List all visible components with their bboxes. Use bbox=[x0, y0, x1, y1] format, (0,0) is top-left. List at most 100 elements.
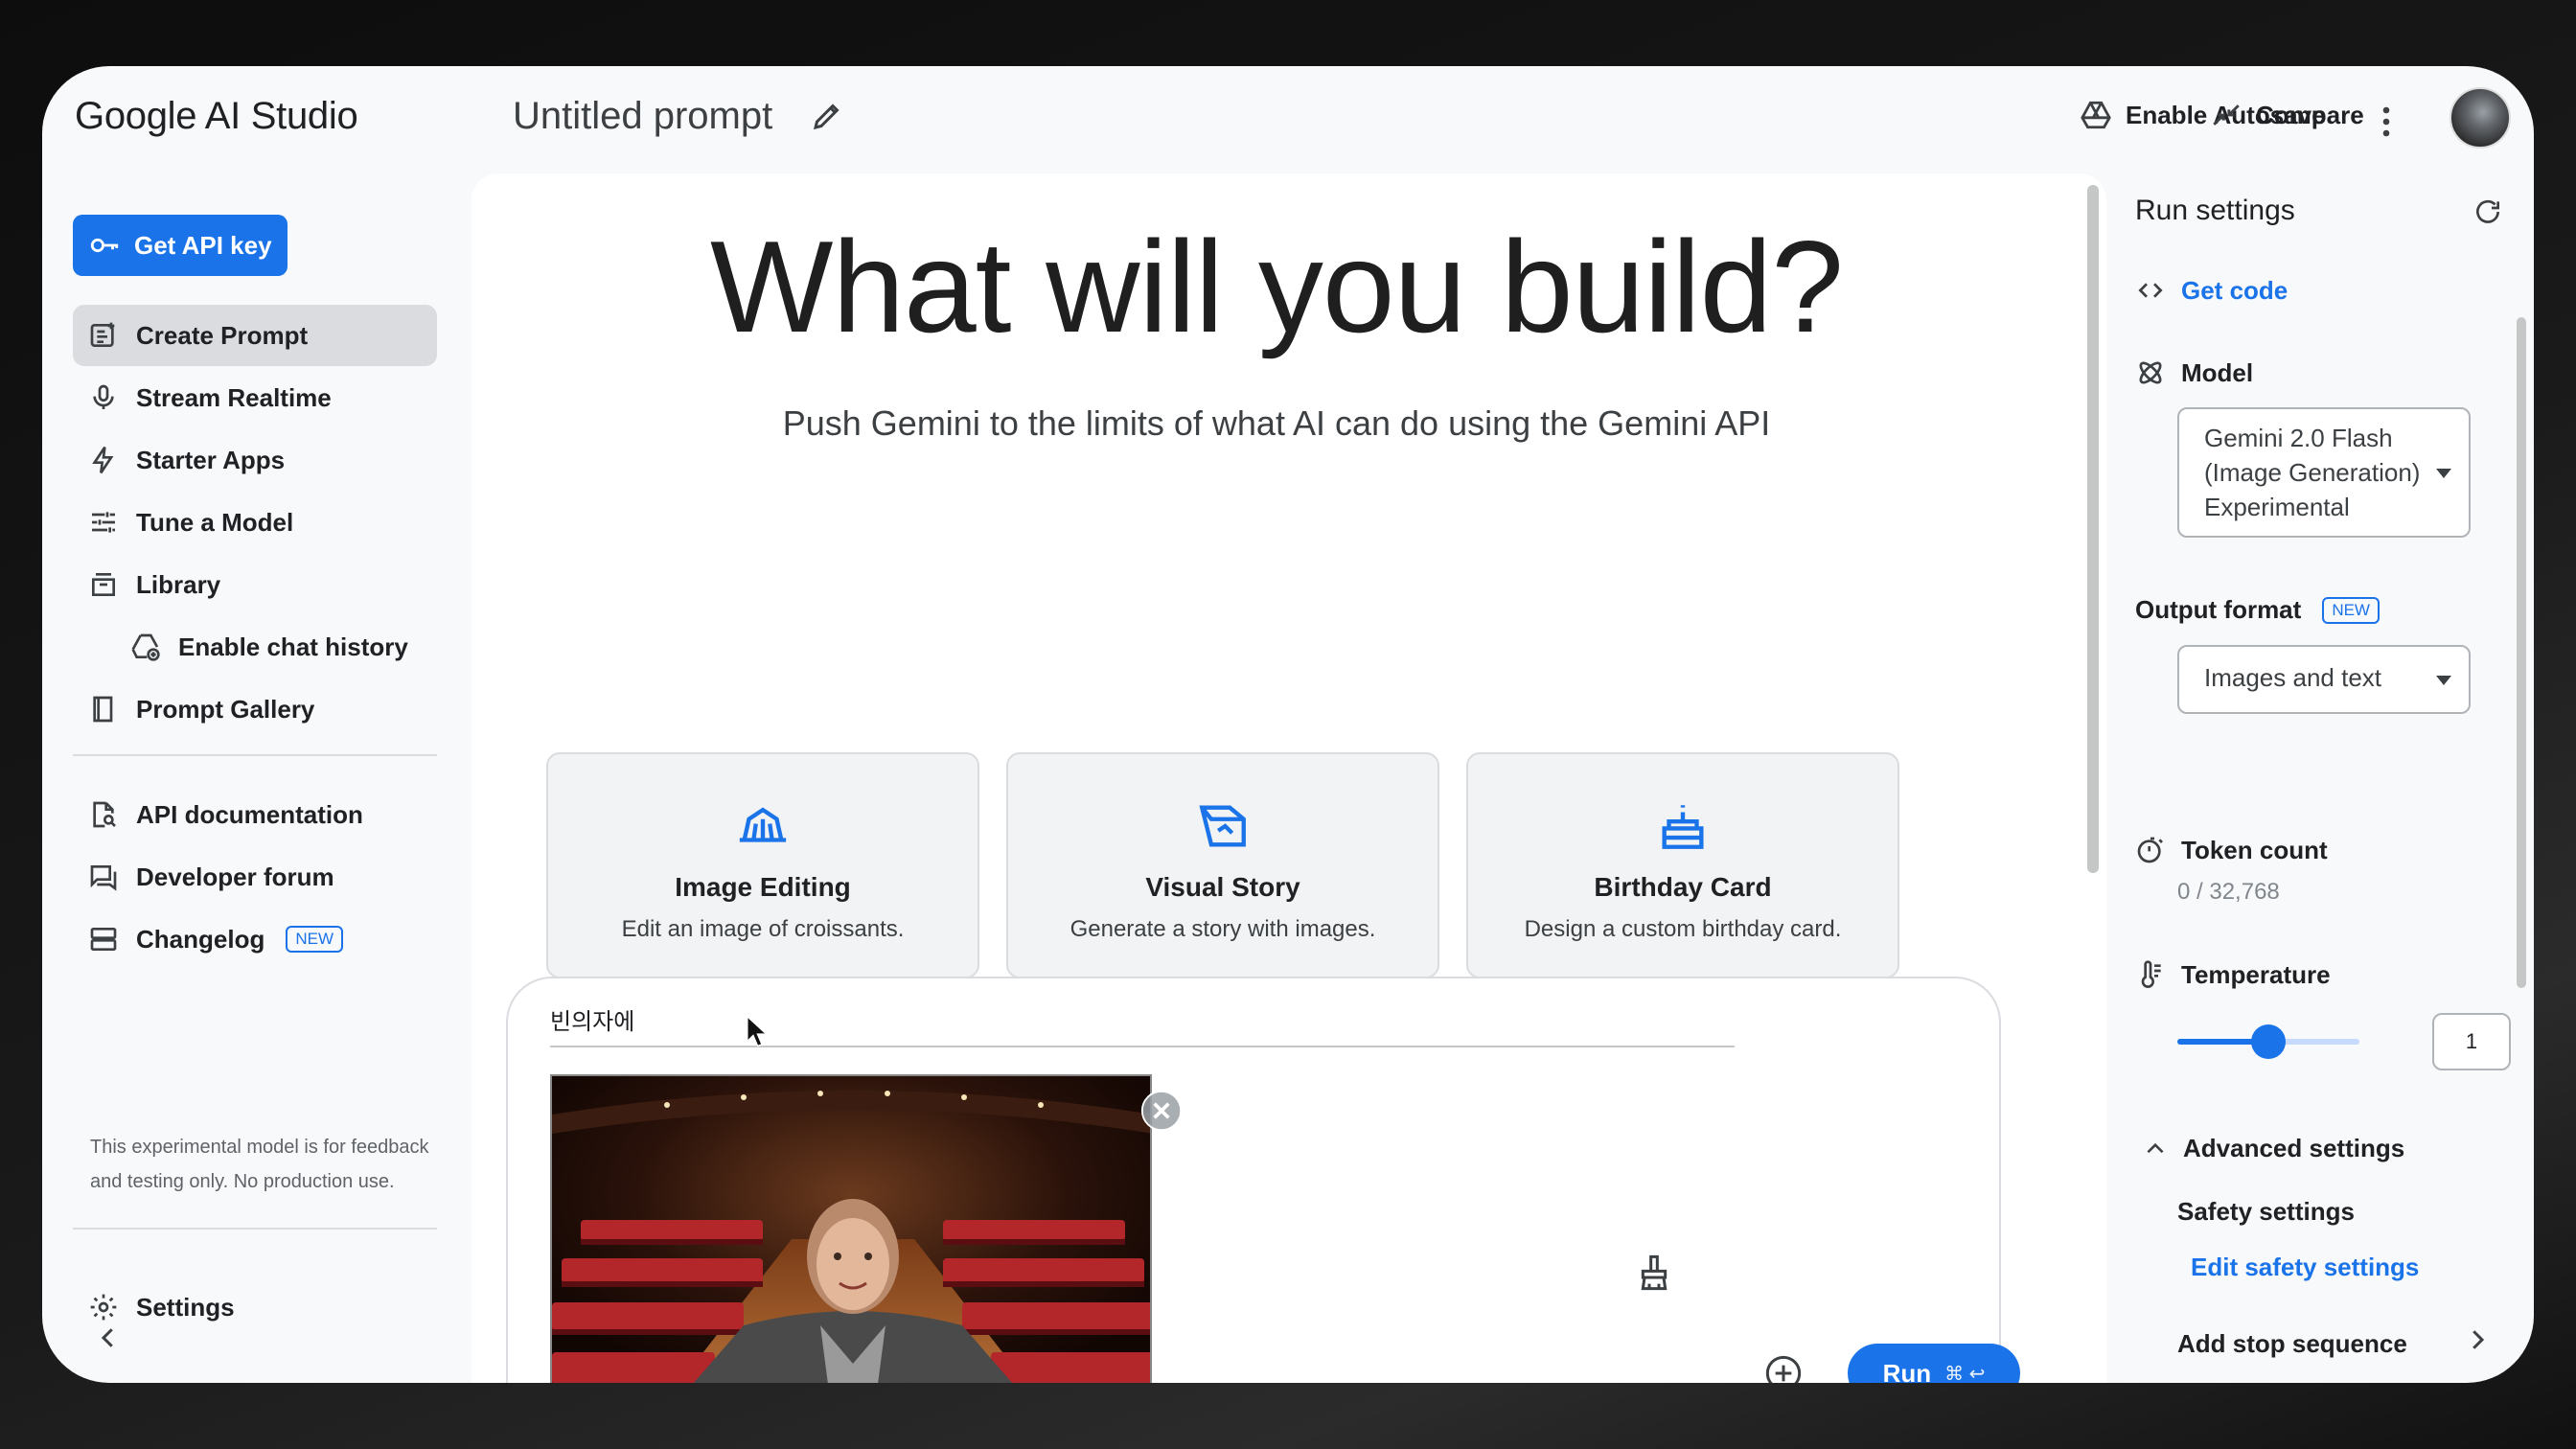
pencil-icon[interactable] bbox=[810, 99, 844, 133]
hero-subtitle: Push Gemini to the limits of what AI can… bbox=[782, 403, 1771, 443]
sidebar-item-developer-forum[interactable]: Developer forum bbox=[73, 846, 437, 908]
drive-add-icon bbox=[131, 633, 160, 661]
experimental-disclaimer: This experimental model is for feedback … bbox=[90, 1137, 429, 1192]
compare-icon bbox=[2213, 104, 2240, 126]
card-description: Edit an image of croissants. bbox=[621, 916, 905, 942]
changelog-icon bbox=[90, 928, 117, 951]
sidebar-item-label: Settings bbox=[136, 1292, 235, 1322]
main-panel: What will you build? Push Gemini to the … bbox=[472, 173, 2106, 1383]
get-code-link[interactable]: Get code bbox=[2135, 275, 2288, 306]
code-icon bbox=[2138, 283, 2163, 298]
card-image-editing[interactable]: Image Editing Edit an image of croissant… bbox=[546, 752, 979, 978]
run-button[interactable]: Run ⌘ ↩ bbox=[1848, 1344, 2020, 1383]
forum-icon bbox=[90, 865, 117, 891]
sidebar-item-label: Developer forum bbox=[136, 862, 334, 891]
reset-icon[interactable] bbox=[2472, 196, 2503, 227]
output-format-row: Output format NEW bbox=[2135, 595, 2380, 625]
temperature-slider-handle[interactable] bbox=[2251, 1024, 2286, 1059]
sidebar-item-library[interactable]: Library bbox=[73, 554, 437, 615]
temperature-label: Temperature bbox=[2181, 959, 2331, 989]
sidebar-divider bbox=[73, 754, 437, 756]
run-settings-title: Run settings bbox=[2135, 195, 2295, 226]
card-visual-story[interactable]: Visual Story Generate a story with image… bbox=[1006, 752, 1439, 978]
settings-scrollbar[interactable] bbox=[2517, 317, 2526, 988]
model-value-line: Experimental bbox=[2204, 493, 2350, 521]
chevron-up-icon bbox=[2147, 1142, 2164, 1153]
sidebar-item-enable-chat-history[interactable]: Enable chat history bbox=[115, 616, 437, 678]
chevron-left-icon[interactable] bbox=[94, 1323, 123, 1352]
chevron-right-icon[interactable] bbox=[2463, 1325, 2492, 1354]
bolt-icon bbox=[92, 446, 114, 474]
sidebar-divider-bottom bbox=[73, 1228, 437, 1230]
sidebar-item-changelog[interactable]: Changelog NEW bbox=[73, 908, 437, 970]
prompt-title[interactable]: Untitled prompt bbox=[513, 95, 772, 138]
model-select[interactable]: Gemini 2.0 Flash (Image Generation) Expe… bbox=[2177, 407, 2471, 538]
card-title: Visual Story bbox=[1145, 872, 1300, 902]
sidebar-item-stream-realtime[interactable]: Stream Realtime bbox=[73, 367, 437, 428]
model-atom-icon bbox=[2139, 361, 2162, 384]
theater-selfie-image bbox=[552, 1076, 1150, 1383]
cake-icon bbox=[1662, 805, 1704, 849]
output-format-label: Output format bbox=[2135, 595, 2302, 624]
prompt-input[interactable] bbox=[550, 992, 1735, 1047]
sidebar-item-label: Stream Realtime bbox=[136, 382, 332, 412]
tune-icon bbox=[92, 512, 115, 533]
token-count-value: 0 / 32,768 bbox=[2177, 879, 2280, 905]
edit-safety-settings-link[interactable]: Edit safety settings bbox=[2191, 1253, 2419, 1282]
sidebar-item-prompt-gallery[interactable]: Prompt Gallery bbox=[73, 678, 437, 740]
output-format-select[interactable]: Images and text bbox=[2177, 645, 2471, 714]
card-title: Image Editing bbox=[675, 872, 851, 902]
sidebar-item-label: Starter Apps bbox=[136, 445, 286, 474]
add-circle-icon[interactable] bbox=[1764, 1354, 1803, 1383]
dropdown-arrow-icon bbox=[2436, 676, 2451, 685]
sidebar-item-starter-apps[interactable]: Starter Apps bbox=[73, 429, 437, 491]
advanced-settings-toggle[interactable]: Advanced settings bbox=[2135, 1134, 2404, 1163]
add-stop-sequence-label[interactable]: Add stop sequence bbox=[2177, 1329, 2407, 1359]
more-vert-icon[interactable] bbox=[2377, 104, 2396, 139]
temperature-input[interactable]: 1 bbox=[2432, 1013, 2511, 1070]
key-icon bbox=[90, 238, 119, 253]
sidebar-item-label: Create Prompt bbox=[136, 320, 309, 350]
compare-button[interactable]: Compare bbox=[2210, 99, 2364, 131]
run-label: Run bbox=[1882, 1358, 1932, 1384]
thermometer-icon bbox=[2141, 960, 2161, 988]
token-count-label: Token count bbox=[2181, 835, 2328, 864]
card-birthday-card[interactable]: Birthday Card Design a custom birthday c… bbox=[1466, 752, 1899, 978]
sidebar-item-create-prompt[interactable]: Create Prompt bbox=[73, 305, 437, 366]
drive-icon bbox=[2081, 101, 2111, 129]
gallery-book-icon bbox=[93, 696, 113, 723]
card-description: Design a custom birthday card. bbox=[1524, 916, 1842, 942]
brand-logo[interactable]: Google AI Studio bbox=[75, 95, 358, 138]
avatar[interactable] bbox=[2450, 87, 2511, 149]
sidebar-item-label: Library bbox=[136, 569, 221, 599]
sidebar-item-settings[interactable]: Settings bbox=[73, 1276, 437, 1338]
gear-icon bbox=[90, 1294, 117, 1321]
sidebar-item-label: Changelog bbox=[136, 924, 265, 954]
sidebar-item-label: API documentation bbox=[136, 799, 363, 829]
safety-settings-label: Safety settings bbox=[2177, 1197, 2355, 1226]
app-window: Google AI Studio Untitled prompt Enable … bbox=[42, 66, 2534, 1383]
temperature-row: Temperature bbox=[2135, 959, 2331, 990]
token-count-row: Token count bbox=[2135, 835, 2328, 865]
temperature-slider[interactable] bbox=[2177, 1024, 2359, 1059]
model-label: Model bbox=[2181, 357, 2254, 387]
story-icon bbox=[1199, 805, 1246, 847]
card-title: Birthday Card bbox=[1594, 872, 1772, 902]
hero-heading: What will you build? bbox=[710, 214, 1844, 359]
prompt-composer: Run ⌘ ↩ bbox=[506, 977, 2020, 1383]
microphone-icon bbox=[93, 384, 114, 409]
model-value-line: Gemini 2.0 Flash bbox=[2204, 424, 2393, 452]
compare-label: Compare bbox=[2256, 100, 2364, 129]
model-label-row: Model bbox=[2135, 357, 2253, 388]
get-api-key-label: Get API key bbox=[134, 230, 272, 260]
advanced-settings-label: Advanced settings bbox=[2183, 1134, 2405, 1162]
main-scrollbar[interactable] bbox=[2087, 185, 2099, 873]
new-badge: NEW bbox=[286, 926, 344, 953]
get-api-key-button[interactable]: Get API key bbox=[73, 215, 288, 276]
new-badge: NEW bbox=[2322, 596, 2380, 624]
remove-image-icon[interactable] bbox=[1140, 1090, 1183, 1132]
sidebar-item-tune-model[interactable]: Tune a Model bbox=[73, 492, 437, 553]
get-code-label: Get code bbox=[2181, 275, 2288, 305]
sidebar-item-api-documentation[interactable]: API documentation bbox=[73, 784, 437, 845]
clear-brush-icon[interactable] bbox=[1635, 1252, 1673, 1294]
